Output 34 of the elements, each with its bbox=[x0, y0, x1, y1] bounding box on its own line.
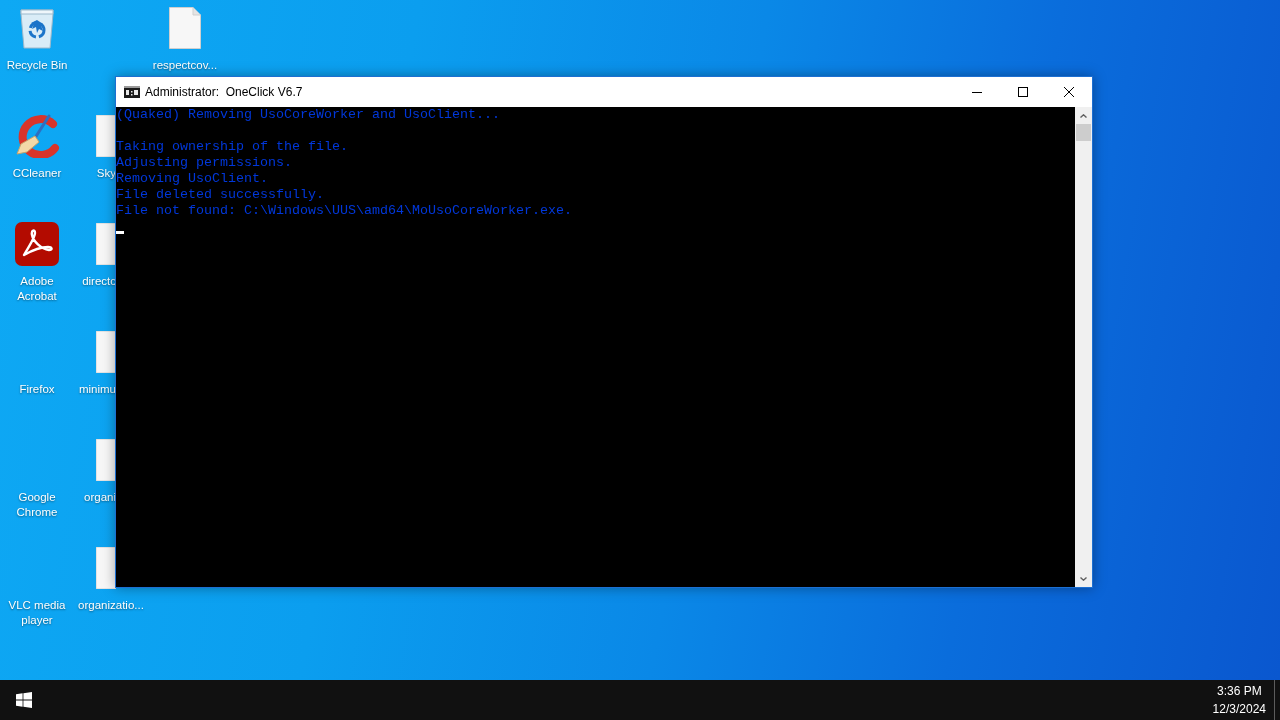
windows-logo-icon bbox=[16, 692, 32, 708]
desktop-shortcut[interactable]: respectcov... bbox=[148, 6, 222, 73]
clock-time[interactable]: 3:36 PM bbox=[1216, 682, 1262, 700]
console-icon bbox=[124, 86, 140, 98]
console-line: Removing UsoClient. bbox=[116, 171, 268, 187]
minimize-icon bbox=[972, 91, 982, 93]
close-icon bbox=[1064, 87, 1074, 97]
recycle-bin-icon bbox=[19, 6, 55, 50]
maximize-icon bbox=[1018, 87, 1028, 97]
file-icon bbox=[169, 7, 201, 49]
desktop-shortcut[interactable]: CCleaner bbox=[0, 114, 74, 181]
app-tile-icon bbox=[15, 222, 59, 266]
desktop-shortcut[interactable]: Sky bbox=[96, 166, 116, 181]
desktop-shortcut[interactable]: Google Chrome bbox=[0, 490, 74, 520]
desktop-shortcut[interactable]: directc bbox=[82, 274, 116, 289]
desktop-shortcut[interactable]: minimu bbox=[78, 382, 116, 397]
desktop-shortcut[interactable]: VLC media player bbox=[0, 598, 74, 628]
scrollbar[interactable] bbox=[1075, 107, 1092, 587]
clock-date[interactable]: 12/3/2024 bbox=[1212, 700, 1266, 718]
desktop-shortcut[interactable]: Firefox bbox=[0, 382, 74, 397]
desktop-shortcut[interactable]: Adobe Acrobat bbox=[0, 222, 74, 304]
console-line: (Quaked) Removing UsoCoreWorker and UsoClient... bbox=[116, 107, 500, 123]
console-line: File not found: C:\Windows\UUS\amd64\MoUsoCoreWorker.exe. bbox=[116, 203, 572, 219]
broom-icon bbox=[13, 114, 61, 158]
console-line: Adjusting permissions. bbox=[116, 155, 292, 171]
desktop-shortcut[interactable]: organi bbox=[84, 490, 116, 505]
console-line: File deleted successfully. bbox=[116, 187, 324, 203]
scroll-thumb[interactable] bbox=[1076, 124, 1091, 141]
desktop-shortcut[interactable]: Recycle Bin bbox=[0, 6, 74, 73]
chevron-up-icon bbox=[1080, 113, 1087, 118]
desktop-shortcut[interactable]: organizatio... bbox=[78, 598, 144, 613]
chevron-down-icon bbox=[1080, 576, 1087, 581]
console-line: Taking ownership of the file. bbox=[116, 139, 348, 155]
window-title: Administrator: OneClick V6.7 bbox=[145, 85, 303, 99]
